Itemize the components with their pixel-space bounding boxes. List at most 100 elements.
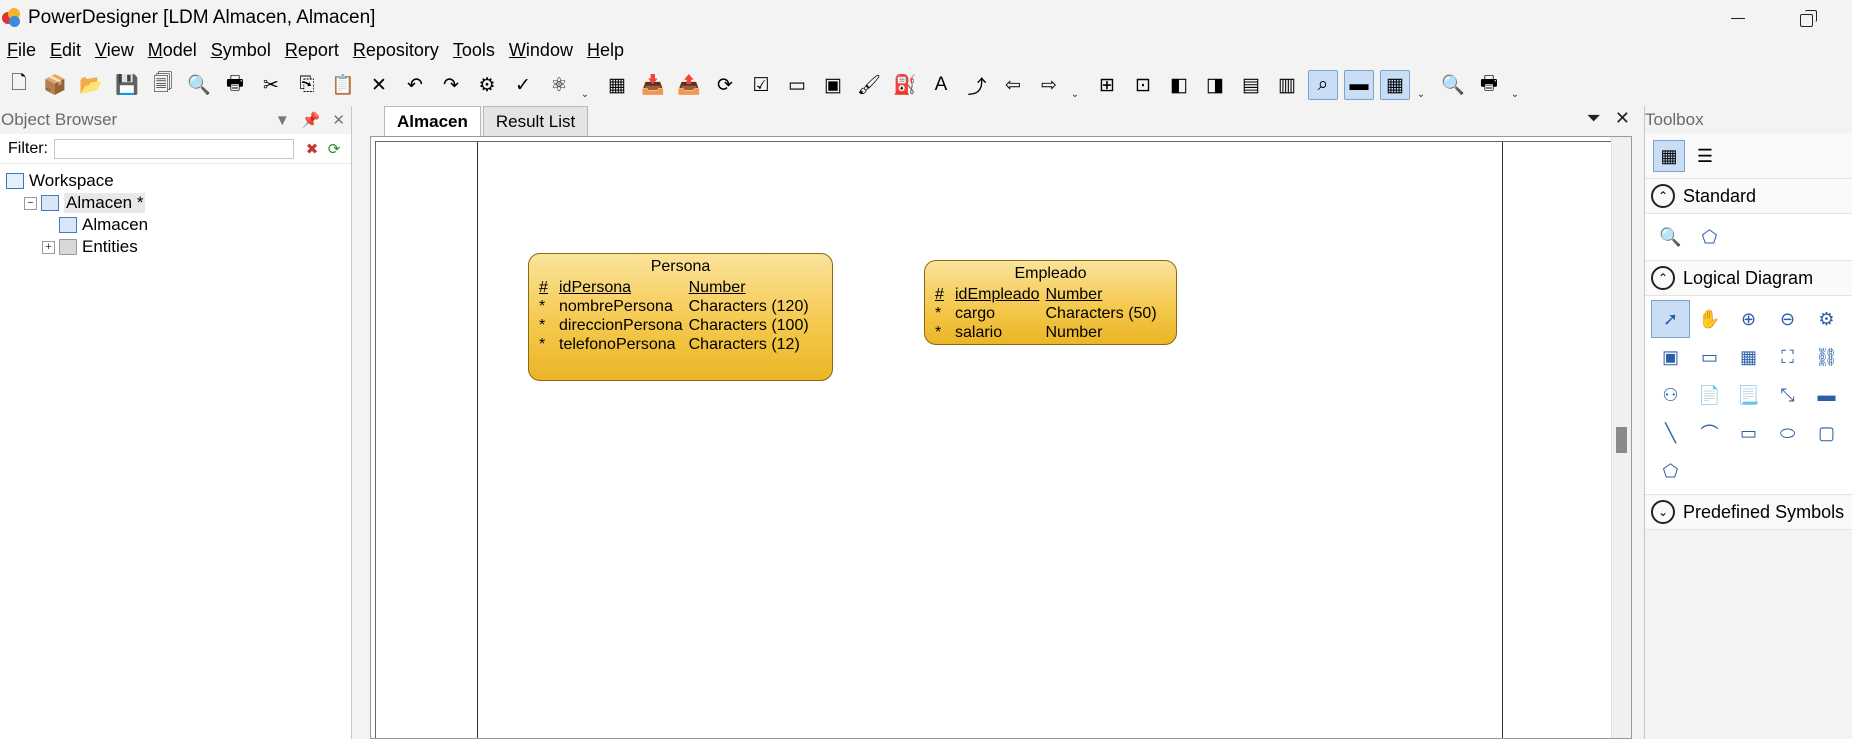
relationship-icon[interactable]: ⛓ bbox=[1807, 338, 1846, 376]
tree-node-workspace[interactable]: Workspace bbox=[0, 170, 351, 192]
expand-icon[interactable]: + bbox=[42, 240, 55, 254]
menu-window[interactable]: Window bbox=[502, 37, 580, 63]
vertical-scrollbar[interactable] bbox=[1611, 137, 1631, 738]
toolbar-overflow-icon[interactable]: ⌄ bbox=[1416, 70, 1426, 100]
properties-icon[interactable]: ⚙ bbox=[472, 70, 502, 100]
new-icon[interactable]: 🗋 bbox=[4, 70, 34, 100]
menu-view[interactable]: View bbox=[88, 37, 141, 63]
check-model-icon[interactable]: ▦ bbox=[602, 70, 632, 100]
entity-icon[interactable]: ▭ bbox=[1690, 338, 1729, 376]
grabber-icon[interactable]: ✋ bbox=[1690, 300, 1729, 338]
collapse-section-icon[interactable]: ⌃ bbox=[1651, 266, 1675, 290]
align-right-icon[interactable]: ◧ bbox=[1164, 70, 1194, 100]
grid-icon[interactable]: ▦ bbox=[1380, 70, 1410, 100]
zoom-page-icon[interactable]: 🔍 bbox=[1438, 70, 1468, 100]
open-icon[interactable]: 📂 bbox=[76, 70, 106, 100]
impact-analysis-icon[interactable]: ⚛ bbox=[544, 70, 574, 100]
menu-repository[interactable]: Repository bbox=[346, 37, 446, 63]
spell-check-icon[interactable]: ✓ bbox=[508, 70, 538, 100]
print-icon[interactable]: 🖶 bbox=[220, 70, 250, 100]
icon-view-icon[interactable]: ▦ bbox=[1653, 140, 1685, 172]
frame-icon[interactable]: ▣ bbox=[818, 70, 848, 100]
save-all-icon[interactable]: 🗐 bbox=[148, 70, 178, 100]
copy-icon[interactable]: ⎘ bbox=[292, 70, 322, 100]
scrollbar-thumb[interactable] bbox=[1616, 427, 1627, 453]
undo-icon[interactable]: ↶ bbox=[400, 70, 430, 100]
tab-almacen[interactable]: Almacen bbox=[384, 106, 481, 136]
toolbar-overflow-icon[interactable]: ⌄ bbox=[1510, 70, 1520, 100]
minimize-button[interactable] bbox=[1708, 0, 1768, 36]
attribute-row[interactable]: # idEmpleado Number bbox=[935, 285, 1163, 304]
zoom-out-icon[interactable]: ⊖ bbox=[1768, 300, 1807, 338]
note-icon[interactable]: 📃 bbox=[1729, 376, 1768, 414]
ungroup-icon[interactable]: ▥ bbox=[1272, 70, 1302, 100]
import-icon[interactable]: 📥 bbox=[638, 70, 668, 100]
tree-node-entities[interactable]: + Entities bbox=[0, 236, 351, 258]
text-color-icon[interactable]: A bbox=[926, 70, 956, 100]
fill-icon[interactable]: ⛽ bbox=[890, 70, 920, 100]
entity-persona[interactable]: Persona # idPersona Number * nombrePersona Cha… bbox=[528, 253, 833, 381]
package-icon[interactable]: ▣ bbox=[1651, 338, 1690, 376]
file-icon[interactable]: 📄 bbox=[1690, 376, 1729, 414]
print-setup-icon[interactable]: 🖶 bbox=[1474, 70, 1504, 100]
maximize-button[interactable] bbox=[1776, 0, 1836, 36]
collapse-section-icon[interactable]: ⌃ bbox=[1651, 184, 1675, 208]
zoom-in-icon[interactable]: ⊕ bbox=[1729, 300, 1768, 338]
toolbox-section-predefined-symbols[interactable]: ⌄ Predefined Symbols bbox=[1645, 494, 1852, 530]
tab-result-list[interactable]: Result List bbox=[482, 106, 589, 136]
cut-icon[interactable]: ✂ bbox=[256, 70, 286, 100]
back-icon[interactable]: ⇦ bbox=[998, 70, 1028, 100]
diagram-canvas[interactable]: Persona # idPersona Number * nombrePersona Cha… bbox=[370, 136, 1632, 739]
refresh-filter-icon[interactable]: ⟳ bbox=[324, 140, 344, 158]
new-project-icon[interactable]: 📦 bbox=[40, 70, 70, 100]
list-view-icon[interactable]: ☰ bbox=[1689, 140, 1721, 172]
print-preview-icon[interactable]: 🔍 bbox=[184, 70, 214, 100]
move-icon[interactable]: ⤴ bbox=[962, 70, 992, 100]
collapse-icon[interactable]: − bbox=[24, 196, 37, 210]
title-icon[interactable]: ▬ bbox=[1807, 376, 1846, 414]
pointer-icon[interactable]: ➚ bbox=[1651, 300, 1690, 338]
attribute-row[interactable]: * nombrePersona Characters (120) bbox=[539, 297, 815, 316]
clear-filter-icon[interactable]: ✖ bbox=[302, 140, 322, 158]
display-icon[interactable]: ▬ bbox=[1344, 70, 1374, 100]
toolbox-section-logical-diagram[interactable]: ⌃ Logical Diagram bbox=[1645, 260, 1852, 296]
menu-file[interactable]: File bbox=[0, 37, 43, 63]
save-icon[interactable]: 💾 bbox=[112, 70, 142, 100]
menu-report[interactable]: Report bbox=[278, 37, 346, 63]
delete-icon[interactable]: ✕ bbox=[364, 70, 394, 100]
paste-icon[interactable]: 📋 bbox=[328, 70, 358, 100]
panel-menu-icon[interactable]: ▼ bbox=[275, 112, 290, 129]
export-icon[interactable]: 📤 bbox=[674, 70, 704, 100]
checklist-icon[interactable]: ☑ bbox=[746, 70, 776, 100]
find-symbol-icon[interactable]: 🔍 bbox=[1651, 218, 1690, 256]
attribute-row[interactable]: * direccionPersona Characters (100) bbox=[539, 316, 815, 335]
menu-model[interactable]: Model bbox=[141, 37, 204, 63]
ellipse-icon[interactable]: ⬭ bbox=[1768, 414, 1807, 452]
arc-icon[interactable]: ⌒ bbox=[1690, 414, 1729, 452]
tab-list-icon[interactable]: ⏷ bbox=[1587, 108, 1601, 129]
attribute-row[interactable]: * salario Number bbox=[935, 323, 1163, 342]
close-document-icon[interactable]: ✕ bbox=[1615, 108, 1630, 129]
menu-tools[interactable]: Tools bbox=[446, 37, 502, 63]
rounded-rectangle-icon[interactable]: ▢ bbox=[1807, 414, 1846, 452]
inheritance-icon[interactable]: ⛶ bbox=[1768, 338, 1807, 376]
find-icon[interactable]: ⌕ bbox=[1308, 70, 1338, 100]
entity-empleado[interactable]: Empleado # idEmpleado Number * cargo Character… bbox=[924, 260, 1177, 345]
expand-section-icon[interactable]: ⌄ bbox=[1651, 500, 1675, 524]
tree-node-almacen[interactable]: Almacen bbox=[0, 214, 351, 236]
polygon-icon[interactable]: ⬠ bbox=[1651, 452, 1690, 490]
association-icon[interactable]: ⚇ bbox=[1651, 376, 1690, 414]
filter-input[interactable] bbox=[54, 138, 294, 159]
group-icon[interactable]: ▤ bbox=[1236, 70, 1266, 100]
pin-icon[interactable]: 📌 bbox=[302, 111, 321, 129]
attribute-row[interactable]: * cargo Characters (50) bbox=[935, 304, 1163, 323]
line-icon[interactable]: ╲ bbox=[1651, 414, 1690, 452]
paint-icon[interactable]: 🖌 bbox=[854, 70, 884, 100]
table-icon[interactable]: ▦ bbox=[1729, 338, 1768, 376]
forward-icon[interactable]: ⇨ bbox=[1034, 70, 1064, 100]
toolbar-overflow-icon[interactable]: ⌄ bbox=[580, 70, 590, 100]
distribute-icon[interactable]: ◨ bbox=[1200, 70, 1230, 100]
menu-symbol[interactable]: Symbol bbox=[204, 37, 278, 63]
rectangle-icon[interactable]: ▭ bbox=[1729, 414, 1768, 452]
align-left-icon[interactable]: ⊞ bbox=[1092, 70, 1122, 100]
